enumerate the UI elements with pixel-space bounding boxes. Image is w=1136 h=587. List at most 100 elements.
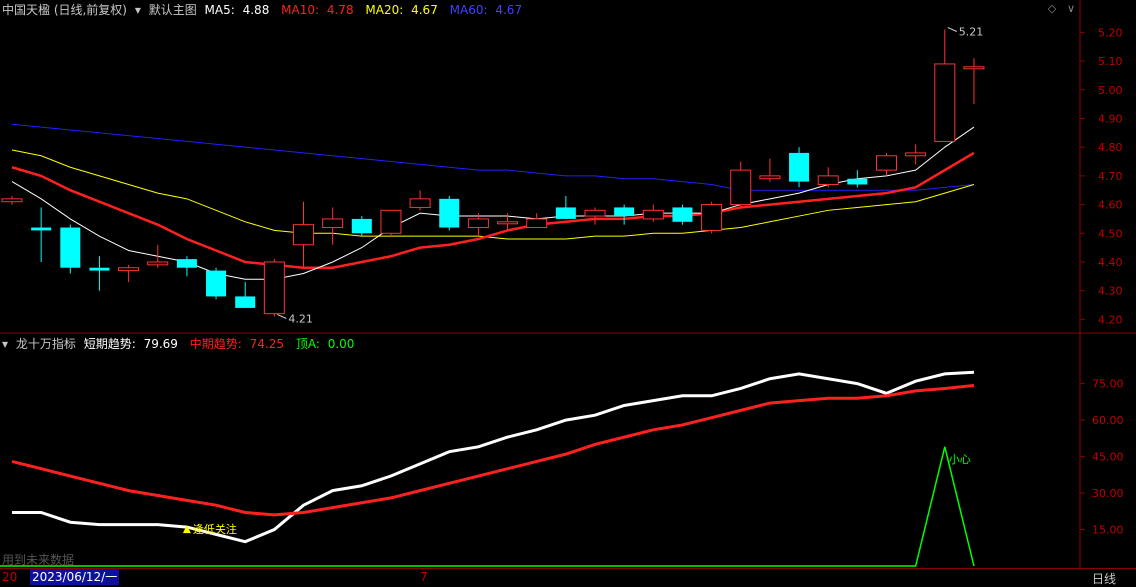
price-tick-label: 4.50	[1098, 227, 1123, 240]
candle	[31, 207, 52, 262]
price-annotation: 5.21	[959, 25, 984, 38]
indicator-tick-label: 30.00	[1092, 487, 1124, 500]
candle-body	[701, 204, 723, 231]
candle-body	[555, 207, 576, 219]
candle	[876, 152, 897, 176]
candle	[118, 264, 140, 283]
ma20-value: 4.67	[411, 3, 438, 17]
buy-signal-label: 逢低关注	[193, 522, 237, 536]
price-annotation: 4.21	[288, 313, 313, 326]
candle-body	[847, 178, 868, 185]
price-tick-label: 5.20	[1098, 26, 1123, 39]
ma5-line	[11, 126, 975, 280]
template-dropdown-icon[interactable]: ▾	[135, 3, 141, 17]
candle	[380, 209, 402, 237]
top-a-label: 顶A:	[295, 337, 320, 351]
candle-body	[934, 63, 956, 142]
candle-body	[409, 198, 431, 208]
indicator-dropdown-icon[interactable]: ▾	[2, 337, 8, 351]
template-name[interactable]: 默认主图	[149, 3, 197, 17]
candle-body	[293, 224, 314, 246]
candle	[759, 158, 781, 182]
candle-body	[526, 218, 548, 229]
candle-body	[31, 227, 52, 231]
indicator-pane-header: ▾ 龙十万指标 短期趋势: 79.69 中期趋势: 74.25 顶A: 0.00	[2, 336, 362, 352]
ma5-value: 4.88	[242, 3, 270, 17]
price-tick-label: 4.70	[1098, 170, 1123, 183]
time-axis-bar: 20 2023/06/12/一 7 日线	[0, 568, 1136, 587]
ma20-line	[11, 149, 975, 240]
candle	[60, 224, 81, 274]
candle	[963, 58, 985, 105]
candle	[672, 204, 693, 225]
price-tick-label: 4.20	[1098, 313, 1123, 326]
candle-body	[60, 227, 81, 268]
candle-body	[263, 261, 285, 315]
caution-label: 小心	[949, 453, 971, 466]
candle	[293, 201, 314, 268]
candle-body	[759, 175, 781, 180]
price-tick-label: 4.40	[1098, 256, 1123, 269]
top-a-value: 0.00	[327, 337, 355, 351]
candle	[439, 195, 460, 231]
candle-body	[584, 209, 606, 217]
mid-trend-label: 中期趋势:	[189, 337, 242, 351]
price-tick-label: 4.80	[1098, 141, 1123, 154]
price-tick-label: 4.90	[1098, 112, 1123, 125]
future-data-watermark: 用到未来数据	[2, 553, 75, 567]
indicator-tick-label: 15.00	[1092, 524, 1124, 537]
diamond-icon[interactable]: ◇	[1045, 3, 1059, 15]
price-tick-label: 4.30	[1098, 285, 1123, 298]
candle-body	[439, 198, 460, 228]
candle	[614, 204, 635, 225]
short-trend-label: 短期趋势:	[83, 337, 136, 351]
candle	[89, 256, 110, 291]
price-tick-label: 5.00	[1098, 84, 1123, 97]
ma20-label: MA20:	[365, 3, 404, 17]
candle-body	[351, 218, 372, 234]
indicator-name[interactable]: 龙十万指标	[16, 337, 76, 351]
candle-body	[642, 209, 664, 220]
ma60-label: MA60:	[449, 3, 488, 17]
candle	[176, 256, 197, 277]
candle-body	[206, 270, 227, 297]
candle	[467, 213, 489, 237]
year-clip: 20	[2, 570, 18, 584]
candle-body	[497, 221, 519, 225]
candle	[351, 216, 372, 237]
candle	[701, 201, 723, 234]
candle-body	[380, 209, 402, 234]
candle	[263, 259, 285, 317]
candle	[817, 167, 839, 188]
stock-chart[interactable]: 5.20 5.10 5.00 4.90 4.80 4.70 4.60 4.50 4.40 4.30…	[0, 0, 1136, 586]
top-a-line	[12, 446, 975, 567]
price-tick-label: 4.60	[1098, 199, 1123, 212]
candle-body	[876, 155, 897, 171]
stock-title[interactable]: 中国天楹 (日线,前复权)	[2, 3, 127, 17]
candle	[147, 244, 169, 268]
candle-body	[1, 198, 23, 203]
candle	[584, 207, 606, 225]
candle-body	[672, 207, 693, 222]
month-marker: 7	[420, 570, 428, 584]
candle	[206, 267, 227, 300]
candle-body	[467, 218, 489, 229]
candle	[905, 144, 927, 165]
period-button[interactable]: 日线	[1092, 570, 1116, 587]
indicator-tick-label: 75.00	[1092, 378, 1124, 391]
candle-body	[963, 66, 985, 70]
candle	[847, 170, 868, 188]
candle	[789, 147, 810, 188]
candle-body	[905, 152, 927, 157]
annotation-arrow	[947, 27, 958, 32]
candle-body	[147, 261, 169, 266]
candle	[730, 161, 752, 208]
candle-body	[817, 175, 839, 185]
candle-body	[118, 267, 140, 272]
price-tick-label: 5.10	[1098, 55, 1123, 68]
ma10-value: 4.78	[326, 3, 354, 17]
candle-body	[730, 169, 752, 206]
collapse-icon[interactable]: ∨	[1064, 3, 1078, 15]
candle-body	[322, 218, 344, 229]
mid-trend-line	[11, 383, 975, 517]
